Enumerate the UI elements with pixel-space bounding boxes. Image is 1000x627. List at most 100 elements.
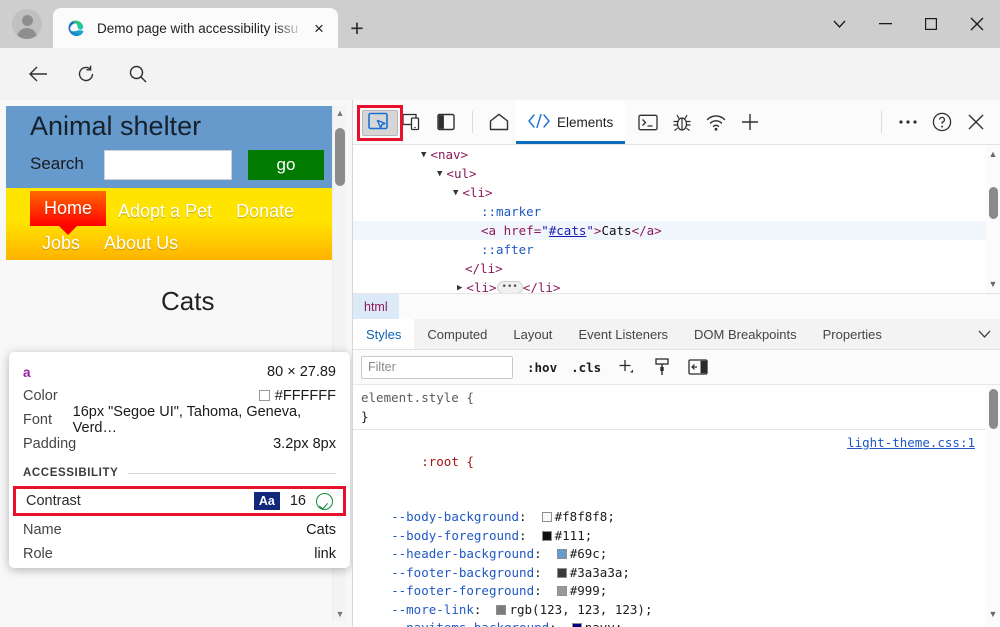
css-value[interactable]: #69c bbox=[570, 546, 600, 561]
dom-node-li-collapsed[interactable]: ▶<li>•••</li> bbox=[353, 278, 1000, 293]
dom-node-after[interactable]: ::after bbox=[353, 240, 1000, 259]
browser-tab[interactable]: Demo page with accessibility issu × bbox=[53, 8, 338, 48]
css-declaration[interactable]: --body-foreground: #111; bbox=[353, 527, 1000, 546]
sidebar-toggle-icon[interactable] bbox=[429, 107, 463, 137]
expand-arrow-icon[interactable]: ▼ bbox=[437, 169, 442, 179]
dom-node-ul[interactable]: ▼<ul> bbox=[353, 164, 1000, 183]
css-value[interactable]: rgb(123, 123, 123) bbox=[509, 602, 644, 617]
element-style-open[interactable]: element.style { bbox=[353, 389, 1000, 408]
css-property[interactable]: --footer-background bbox=[391, 565, 534, 580]
toggle-sidebar-icon[interactable] bbox=[687, 356, 709, 378]
styles-rules-pane[interactable]: element.style { } :root { light-theme.cs… bbox=[353, 385, 1000, 627]
tab-elements[interactable]: Elements bbox=[516, 101, 625, 144]
tab-properties[interactable]: Properties bbox=[810, 319, 895, 349]
dom-node-li[interactable]: ▼<li> bbox=[353, 183, 1000, 202]
search-icon[interactable] bbox=[122, 58, 154, 90]
styles-scrollbar-thumb[interactable] bbox=[989, 389, 998, 429]
minimize-icon[interactable] bbox=[862, 0, 908, 48]
dom-tree[interactable]: ▼<nav> ▼<ul> ▼<li> ::marker <a href="#ca… bbox=[353, 145, 1000, 293]
css-value[interactable]: navy bbox=[585, 620, 615, 627]
new-style-rule-plus-icon[interactable] bbox=[615, 356, 637, 378]
chevron-down-icon[interactable] bbox=[967, 319, 1000, 349]
network-icon[interactable] bbox=[699, 107, 733, 137]
nav-item-home[interactable]: Home bbox=[30, 191, 106, 226]
css-declaration[interactable]: --footer-background: #3a3a3a; bbox=[353, 564, 1000, 583]
scroll-up-icon[interactable]: ▲ bbox=[333, 106, 347, 120]
css-declaration[interactable]: --footer-foreground: #999; bbox=[353, 582, 1000, 601]
hover-state-button[interactable]: :hov bbox=[527, 360, 557, 375]
dom-node-nav[interactable]: ▼<nav> bbox=[353, 145, 1000, 164]
stylesheet-source-link[interactable]: light-theme.css:1 bbox=[847, 434, 975, 453]
new-tab-button[interactable]: + bbox=[343, 14, 371, 42]
profile-avatar-button[interactable] bbox=[12, 9, 42, 39]
scroll-down-icon[interactable]: ▼ bbox=[986, 607, 1000, 621]
search-input[interactable] bbox=[104, 150, 232, 180]
css-property[interactable]: --navitems-background bbox=[391, 620, 549, 627]
color-swatch[interactable] bbox=[572, 623, 582, 627]
css-declaration[interactable]: --body-background: #f8f8f8; bbox=[353, 508, 1000, 527]
css-declaration[interactable]: --navitems-background: navy; bbox=[353, 619, 1000, 627]
tab-actions-chevron-icon[interactable] bbox=[816, 0, 862, 48]
css-property[interactable]: --more-link bbox=[391, 602, 474, 617]
tab-dom-breakpoints[interactable]: DOM Breakpoints bbox=[681, 319, 810, 349]
back-button[interactable] bbox=[22, 58, 54, 90]
nav-item-donate[interactable]: Donate bbox=[224, 197, 306, 226]
close-tab-icon[interactable]: × bbox=[306, 15, 332, 41]
tab-event-listeners[interactable]: Event Listeners bbox=[565, 319, 681, 349]
add-tool-plus-icon[interactable] bbox=[733, 107, 767, 137]
breadcrumb-item-html[interactable]: html bbox=[353, 294, 399, 320]
color-swatch[interactable] bbox=[542, 512, 552, 522]
more-tools-ellipsis-icon[interactable] bbox=[891, 107, 925, 137]
maximize-icon[interactable] bbox=[908, 0, 954, 48]
nav-item-about-us[interactable]: About Us bbox=[92, 229, 190, 258]
dom-node-li-close[interactable]: </li> bbox=[353, 259, 1000, 278]
dom-scrollbar-thumb[interactable] bbox=[989, 187, 998, 219]
expand-arrow-icon[interactable]: ▼ bbox=[453, 188, 458, 198]
color-swatch[interactable] bbox=[557, 549, 567, 559]
css-property[interactable]: --header-background bbox=[391, 546, 534, 561]
scroll-up-icon[interactable]: ▲ bbox=[986, 147, 1000, 161]
tab-layout[interactable]: Layout bbox=[500, 319, 565, 349]
close-devtools-icon[interactable] bbox=[959, 107, 993, 137]
css-property[interactable]: --body-background bbox=[391, 509, 519, 524]
dom-tree-scrollbar[interactable]: ▲ ▼ bbox=[986, 145, 1000, 293]
copy-styles-icon[interactable] bbox=[651, 356, 673, 378]
nav-item-jobs[interactable]: Jobs bbox=[30, 229, 92, 258]
css-property[interactable]: --body-foreground bbox=[391, 528, 519, 543]
search-go-button[interactable]: go bbox=[248, 150, 324, 180]
color-swatch[interactable] bbox=[557, 568, 567, 578]
class-toggle-button[interactable]: .cls bbox=[571, 360, 601, 375]
css-value[interactable]: #f8f8f8 bbox=[555, 509, 608, 524]
dom-node-anchor-selected[interactable]: <a href="#cats">Cats</a> bbox=[353, 221, 1000, 240]
css-declaration[interactable]: --header-background: #69c; bbox=[353, 545, 1000, 564]
console-icon[interactable] bbox=[631, 107, 665, 137]
css-property[interactable]: --footer-foreground bbox=[391, 583, 534, 598]
inspect-element-icon[interactable] bbox=[361, 107, 395, 137]
css-value[interactable]: #999 bbox=[570, 583, 600, 598]
color-swatch[interactable] bbox=[557, 586, 567, 596]
scroll-down-icon[interactable]: ▼ bbox=[333, 607, 347, 621]
close-window-icon[interactable] bbox=[954, 0, 1000, 48]
css-value[interactable]: #3a3a3a bbox=[570, 565, 623, 580]
filter-input[interactable]: Filter bbox=[361, 356, 513, 379]
collapsed-children-icon[interactable]: ••• bbox=[497, 281, 523, 293]
root-rule-header[interactable]: :root { light-theme.css:1 bbox=[353, 434, 1000, 508]
tab-styles[interactable]: Styles bbox=[353, 319, 414, 349]
page-scrollbar-thumb[interactable] bbox=[335, 128, 345, 186]
css-value[interactable]: #111 bbox=[555, 528, 585, 543]
debugger-bug-icon[interactable] bbox=[665, 107, 699, 137]
color-swatch[interactable] bbox=[496, 605, 506, 615]
styles-scrollbar[interactable]: ▼ bbox=[986, 385, 1000, 627]
dom-node-marker[interactable]: ::marker bbox=[353, 202, 1000, 221]
home-icon[interactable] bbox=[482, 107, 516, 137]
nav-item-adopt-a-pet[interactable]: Adopt a Pet bbox=[106, 197, 224, 226]
refresh-button[interactable] bbox=[70, 58, 102, 90]
collapse-arrow-icon[interactable]: ▶ bbox=[457, 283, 462, 293]
color-swatch[interactable] bbox=[542, 531, 552, 541]
scroll-down-icon[interactable]: ▼ bbox=[986, 277, 1000, 291]
css-declaration[interactable]: --more-link: rgb(123, 123, 123); bbox=[353, 601, 1000, 620]
tab-computed[interactable]: Computed bbox=[414, 319, 500, 349]
root-selector[interactable]: :root { bbox=[421, 454, 474, 469]
expand-arrow-icon[interactable]: ▼ bbox=[421, 150, 426, 160]
help-question-icon[interactable] bbox=[925, 107, 959, 137]
